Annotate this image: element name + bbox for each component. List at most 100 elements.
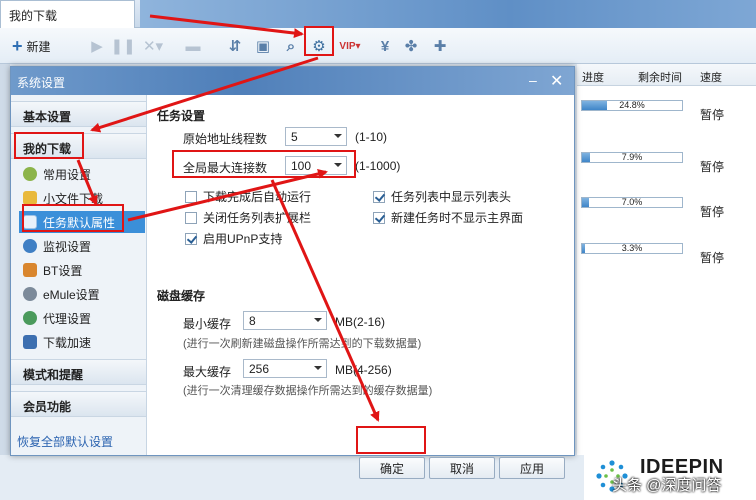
new-task-button[interactable]: + 新建: [12, 36, 64, 56]
nav-item-label: eMule设置: [43, 287, 100, 302]
currency-icon[interactable]: ¥: [376, 36, 394, 56]
minimize-icon[interactable]: –: [529, 72, 537, 88]
download-list: 进度 剩余时间 速度 24.8% 暂停 7.9% 暂停 7.0% 暂停 3.3%…: [577, 64, 756, 455]
nav-basic-settings[interactable]: 基本设置: [11, 101, 146, 127]
watermark: IDEEPIN 头条 @深度问答: [584, 452, 756, 500]
checkbox-label: 关闭任务列表扩展栏: [203, 211, 312, 225]
download-row[interactable]: 3.3% 暂停: [577, 237, 756, 277]
min-cache-value: 8: [249, 314, 256, 328]
min-cache-range: MB(2-16): [335, 315, 386, 329]
max-conn-range: (1-1000): [355, 159, 401, 173]
chevron-down-icon: [314, 318, 322, 322]
close-expand-bar-checkbox[interactable]: 关闭任务列表扩展栏: [185, 209, 311, 226]
checkbox-label: 任务列表中显示列表头: [391, 190, 512, 204]
progress-bar: 7.9%: [581, 152, 683, 163]
checkbox-box[interactable]: [185, 211, 197, 224]
nav-item-common[interactable]: 常用设置: [19, 163, 145, 185]
bt-icon: [23, 263, 37, 277]
folder-icon[interactable]: ▬: [184, 36, 202, 56]
disk-cache-title: 磁盘缓存: [157, 289, 206, 303]
progress-label: 24.8%: [619, 100, 645, 110]
left-edge: [0, 64, 10, 500]
properties-icon: [23, 215, 37, 229]
search-icon[interactable]: ⌕: [282, 36, 300, 56]
settings-content: 任务设置 原始地址线程数 5 (1-10) 全局最大连接数 100 (1-100…: [157, 95, 572, 479]
play-icon[interactable]: ▶: [88, 36, 106, 56]
sort-icon[interactable]: ⇵: [226, 36, 244, 56]
status-text: 暂停: [700, 205, 725, 219]
vip-icon[interactable]: VIP▾: [336, 36, 364, 56]
max-cache-hint: (进行一次清理缓存数据操作所需达到的缓存数据量): [183, 385, 433, 397]
nav-item-accelerate[interactable]: 下载加速: [19, 331, 145, 353]
settings-nav: 基本设置 我的下载 常用设置 小文件下载 任务默认属性 监视设置 BT设置 eM…: [11, 95, 147, 455]
min-cache-hint: (进行一次刷新建磁盘操作所需达到的下载数据量): [183, 338, 422, 350]
col-remaining[interactable]: 剩余时间: [638, 69, 682, 85]
plus-icon: +: [12, 35, 23, 56]
nav-item-emule[interactable]: eMule设置: [19, 283, 145, 305]
checkbox-box[interactable]: [373, 190, 385, 203]
emule-icon: [23, 287, 37, 301]
download-row[interactable]: 7.9% 暂停: [577, 146, 756, 186]
max-cache-label: 最大缓存: [183, 365, 232, 379]
nav-item-label: BT设置: [43, 263, 83, 278]
download-row[interactable]: 24.8% 暂停: [577, 94, 756, 134]
watermark-caption: 头条 @深度问答: [612, 477, 722, 494]
gear-icon[interactable]: ⚙: [309, 36, 329, 56]
show-list-header-checkbox[interactable]: 任务列表中显示列表头: [373, 188, 511, 205]
download-row[interactable]: 7.0% 暂停: [577, 191, 756, 231]
col-progress[interactable]: 进度: [582, 69, 604, 85]
nav-item-label: 常用设置: [43, 167, 92, 182]
max-cache-select[interactable]: 256: [243, 359, 327, 378]
checkbox-box[interactable]: [373, 211, 385, 224]
progress-label: 7.9%: [621, 152, 643, 162]
app-tab-label: 我的下载: [9, 9, 58, 23]
auto-run-checkbox[interactable]: 下载完成后自动运行: [185, 188, 311, 205]
apply-button[interactable]: 应用: [499, 457, 565, 479]
download-list-header: 进度 剩余时间 速度: [577, 64, 756, 86]
progress-bar: 24.8%: [581, 100, 683, 111]
nav-item-label: 任务默认属性: [43, 215, 116, 230]
checkbox-box[interactable]: [185, 232, 197, 245]
app-header-banner: [140, 0, 756, 28]
min-cache-select[interactable]: 8: [243, 311, 327, 330]
upnp-checkbox[interactable]: 启用UPnP支持: [185, 230, 282, 247]
nav-mode-alerts[interactable]: 模式和提醒: [11, 359, 146, 385]
dialog-title-bar[interactable]: 系统设置 – ✕: [11, 67, 574, 95]
settings-dialog: 系统设置 – ✕ 基本设置 我的下载 常用设置 小文件下载 任务默认属性 监视设…: [10, 66, 575, 479]
restore-defaults-link[interactable]: 恢复全部默认设置: [17, 433, 113, 450]
gamepad-icon[interactable]: ✚: [430, 36, 450, 56]
nav-item-proxy[interactable]: 代理设置: [19, 307, 145, 329]
monitor-icon: [23, 239, 37, 253]
max-conn-select[interactable]: 100: [285, 156, 347, 175]
dialog-title: 系统设置: [17, 76, 66, 90]
folder-icon: [23, 191, 37, 205]
new-task-label: 新建: [26, 39, 51, 54]
nav-member[interactable]: 会员功能: [11, 391, 146, 417]
orig-threads-select[interactable]: 5: [285, 127, 347, 146]
pause-icon[interactable]: ❚❚: [110, 36, 135, 56]
max-conn-value: 100: [291, 159, 312, 173]
network-icon[interactable]: ✤: [402, 36, 420, 56]
nav-my-downloads[interactable]: 我的下载: [11, 133, 146, 159]
checkbox-label: 下载完成后自动运行: [203, 190, 312, 204]
nav-item-monitor[interactable]: 监视设置: [19, 235, 145, 257]
delete-icon[interactable]: ✕▾: [142, 36, 164, 56]
app-tab-my-downloads[interactable]: 我的下载: [0, 0, 135, 28]
max-conn-label: 全局最大连接数: [183, 161, 268, 175]
col-speed[interactable]: 速度: [700, 69, 722, 85]
nav-item-task-default[interactable]: 任务默认属性: [19, 211, 145, 233]
checkbox-box[interactable]: [185, 190, 197, 203]
close-icon[interactable]: ✕: [550, 71, 563, 91]
document-icon[interactable]: ▣: [254, 36, 272, 56]
max-cache-value: 256: [249, 362, 270, 376]
accelerate-icon: [23, 335, 37, 349]
checkbox-label: 启用UPnP支持: [203, 232, 283, 246]
ok-button[interactable]: 确定: [359, 457, 425, 479]
cancel-button[interactable]: 取消: [429, 457, 495, 479]
nav-item-bt[interactable]: BT设置: [19, 259, 145, 281]
nav-item-small-file[interactable]: 小文件下载: [19, 187, 145, 209]
proxy-icon: [23, 311, 37, 325]
nav-item-label: 监视设置: [43, 239, 92, 254]
progress-bar: 3.3%: [581, 243, 683, 254]
hide-main-window-checkbox[interactable]: 新建任务时不显示主界面: [373, 209, 523, 226]
